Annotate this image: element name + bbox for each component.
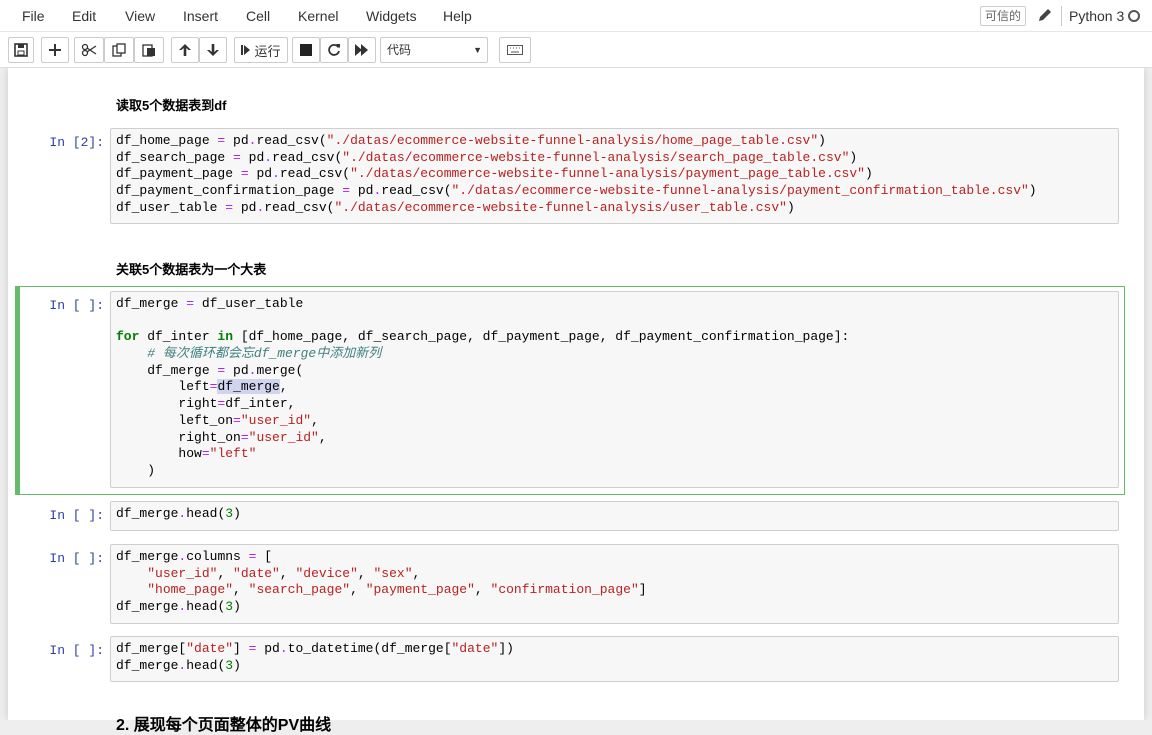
divider <box>1061 6 1062 26</box>
menubar: File Edit View Insert Cell Kernel Widget… <box>0 0 1152 32</box>
restart-run-all-button[interactable] <box>348 37 376 63</box>
move-up-button[interactable] <box>171 37 199 63</box>
menu-insert[interactable]: Insert <box>183 8 218 24</box>
toolbar: 运行 <box>0 32 1152 68</box>
input-prompt: In [2]: <box>49 135 104 150</box>
command-palette-button[interactable] <box>499 37 531 63</box>
menu-file[interactable]: File <box>22 8 45 24</box>
arrow-down-icon <box>207 44 219 56</box>
trusted-indicator[interactable]: 可信的 <box>980 6 1026 26</box>
code-line: ) <box>116 462 156 478</box>
markdown-heading[interactable]: 读取5个数据表到df <box>116 95 227 114</box>
chevron-down-icon: ▼ <box>473 45 482 55</box>
menu-help[interactable]: Help <box>443 8 472 24</box>
cut-button[interactable] <box>74 37 104 63</box>
menu-kernel[interactable]: Kernel <box>298 8 338 24</box>
menu-view[interactable]: View <box>125 8 155 24</box>
code-cell[interactable]: df_merge.head(3) <box>110 501 1119 531</box>
code-line: left_on="user_id", <box>116 412 319 428</box>
move-down-button[interactable] <box>199 37 227 63</box>
stop-icon <box>300 44 312 56</box>
code-line: "user_id", "date", "device", "sex", <box>147 565 421 581</box>
run-label: 运行 <box>254 43 281 59</box>
restart-icon <box>328 44 340 56</box>
code-line: df_merge.head(3) <box>116 506 241 521</box>
copy-icon <box>112 43 126 57</box>
code-line: right_on="user_id", <box>116 429 327 445</box>
code-cell[interactable]: df_merge = df_user_table for df_inter in… <box>110 291 1119 488</box>
code-line: left=df_merge, <box>116 379 288 395</box>
pencil-icon[interactable] <box>1036 6 1054 24</box>
cell-type-value: 代码 <box>387 43 412 57</box>
input-prompt: In [ ]: <box>49 643 104 658</box>
code-cell[interactable]: df_merge.columns = [ "user_id", "date", … <box>110 544 1119 624</box>
paste-button[interactable] <box>134 37 164 63</box>
interrupt-button[interactable] <box>292 37 320 63</box>
code-cell[interactable]: df_merge["date"] = pd.to_datetime(df_mer… <box>110 636 1119 682</box>
fast-forward-icon <box>355 44 368 56</box>
code-line: how="left" <box>116 446 257 462</box>
markdown-heading[interactable]: 2. 展现每个页面整体的PV曲线 <box>116 711 331 735</box>
restart-button[interactable] <box>320 37 348 63</box>
kernel-name[interactable]: Python 3 <box>1069 8 1124 24</box>
input-prompt: In [ ]: <box>49 508 104 523</box>
code-line: df_user_table = pd.read_csv("./datas/eco… <box>116 199 795 215</box>
code-line: df_search_page = pd.read_csv("./datas/ec… <box>116 149 858 165</box>
code-line: df_merge["date"] = pd.to_datetime(df_mer… <box>116 641 514 656</box>
code-line: df_merge.head(3) <box>116 657 241 673</box>
plus-icon <box>49 44 61 56</box>
run-button[interactable]: 运行 <box>234 37 288 63</box>
arrow-up-icon <box>179 44 191 56</box>
code-line: for df_inter in [df_home_page, df_search… <box>116 329 850 345</box>
save-button[interactable] <box>8 37 34 63</box>
copy-button[interactable] <box>104 37 134 63</box>
code-line: "home_page", "search_page", "payment_pag… <box>147 582 647 598</box>
code-line: right=df_inter, <box>116 396 296 412</box>
menu-cell[interactable]: Cell <box>246 8 270 24</box>
step-forward-icon <box>241 45 251 55</box>
cut-icon <box>81 43 97 57</box>
menu-widgets[interactable]: Widgets <box>366 8 417 24</box>
paste-icon <box>142 44 155 57</box>
code-line: df_payment_confirmation_page = pd.read_c… <box>116 183 1037 199</box>
code-line: # 每次循环都会忘df_merge中添加新列 <box>147 346 382 362</box>
code-cell[interactable]: df_home_page = pd.read_csv("./datas/ecom… <box>110 128 1119 224</box>
insert-cell-button[interactable] <box>41 37 69 63</box>
menu-edit[interactable]: Edit <box>72 8 96 24</box>
code-line: df_merge.head(3) <box>116 599 241 615</box>
cell-type-select[interactable]: 代码 ▼ <box>380 37 488 63</box>
save-icon <box>14 43 28 57</box>
markdown-heading[interactable]: 关联5个数据表为一个大表 <box>116 259 266 278</box>
input-prompt: In [ ]: <box>49 298 104 313</box>
code-line: df_payment_page = pd.read_csv("./datas/e… <box>116 166 873 182</box>
code-line: df_merge = df_user_table <box>116 296 304 311</box>
code-line: df_merge = pd.merge( <box>116 362 304 378</box>
keyboard-icon <box>507 45 523 55</box>
input-prompt: In [ ]: <box>49 551 104 566</box>
kernel-idle-icon <box>1128 10 1140 22</box>
code-line: df_home_page = pd.read_csv("./datas/ecom… <box>116 133 826 148</box>
code-line: df_merge.columns = [ <box>116 549 273 564</box>
